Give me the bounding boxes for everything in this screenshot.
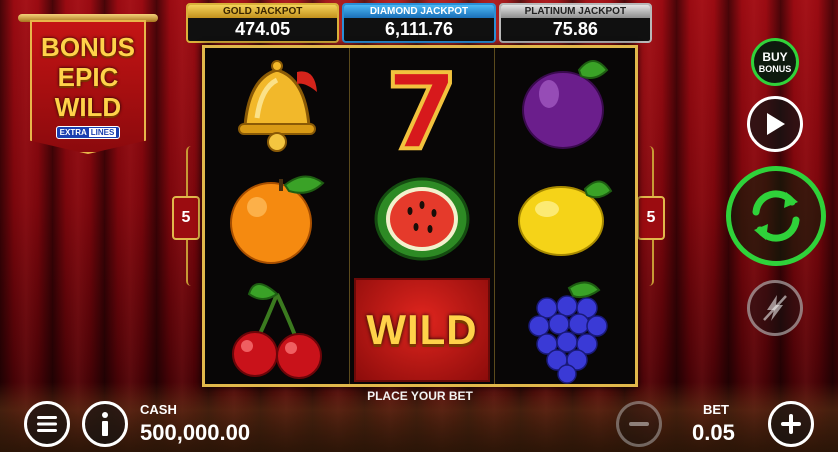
platinum-jackpot: PLATINUM JACKPOT 75.86 (498, 3, 652, 43)
plus-icon (781, 414, 801, 434)
watermelon-icon (350, 161, 494, 273)
diamond-jackpot-value: 6,111.76 (384, 19, 454, 39)
info-icon (102, 412, 108, 436)
reel-2: 7 WILD (350, 48, 494, 384)
lightning-off-icon (763, 295, 787, 321)
logo-line-3: WILD (54, 92, 122, 122)
extra-lines-badge: EXTRA LINES (55, 126, 121, 139)
reel-3 (495, 48, 639, 384)
bet-label: BET (703, 402, 729, 417)
logo-line-1: BONUS (41, 32, 135, 62)
diamond-jackpot-title: DIAMOND JACKPOT (344, 5, 494, 18)
reel-window: 7 WILD (202, 45, 638, 387)
jackpot-bar: GOLD JACKPOT 474.05 DIAMOND JACKPOT 6,11… (186, 3, 652, 43)
buy-bonus-button[interactable]: BUY BONUS (751, 38, 799, 86)
logo-line-2: EPIC (57, 62, 119, 92)
wild-symbol-background: WILD (354, 278, 490, 382)
plum-icon (495, 48, 639, 160)
gold-jackpot-title: GOLD JACKPOT (188, 5, 338, 18)
gold-jackpot-value: 474.05 (235, 19, 291, 39)
info-button[interactable] (82, 401, 128, 447)
gold-jackpot: GOLD JACKPOT 474.05 (186, 3, 340, 43)
platinum-jackpot-value: 75.86 (552, 19, 598, 39)
diamond-jackpot: DIAMOND JACKPOT 6,111.76 (342, 3, 496, 43)
cash-label: CASH (140, 402, 177, 417)
spin-button[interactable] (726, 166, 826, 266)
cash-value: 500,000.00 (140, 420, 251, 445)
seven-label: 7 (386, 51, 458, 160)
bell-icon (205, 48, 349, 160)
decrease-bet-button[interactable] (616, 401, 662, 447)
seven-icon: 7 (350, 48, 494, 160)
reel-1 (205, 48, 349, 384)
left-line-count: 5 (172, 196, 200, 240)
refresh-icon (752, 190, 800, 242)
orange-icon (205, 161, 349, 273)
wild-label: WILD (366, 306, 478, 353)
menu-button[interactable] (24, 401, 70, 447)
badge-right-text: LINES (88, 128, 117, 137)
lemon-icon (495, 161, 639, 273)
platinum-jackpot-title: PLATINUM JACKPOT (500, 5, 650, 18)
game-logo: BONUS EPIC WILD EXTRA LINES (18, 14, 158, 154)
autoplay-button[interactable] (747, 96, 803, 152)
buy-bonus-line-2: BONUS (758, 64, 792, 74)
cherry-icon (205, 274, 349, 386)
turbo-button[interactable] (747, 280, 803, 336)
logo-banner: BONUS EPIC WILD EXTRA LINES (30, 20, 146, 154)
play-icon (767, 113, 785, 135)
grapes-icon (495, 274, 639, 386)
badge-left-text: EXTRA (59, 128, 87, 137)
wild-symbol: WILD (350, 274, 494, 386)
right-line-count: 5 (637, 196, 665, 240)
menu-icon (37, 416, 57, 432)
increase-bet-button[interactable] (768, 401, 814, 447)
minus-icon (629, 422, 649, 426)
bet-value: 0.05 (692, 420, 735, 445)
buy-bonus-line-1: BUY (762, 50, 788, 64)
